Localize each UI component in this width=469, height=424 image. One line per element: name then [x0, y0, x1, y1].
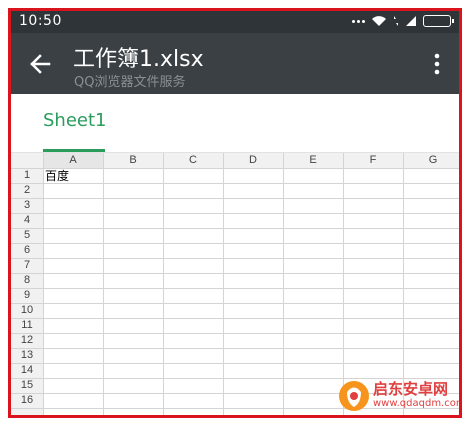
- status-icons: [352, 15, 454, 27]
- watermark-text: 启东安卓网: [373, 380, 449, 398]
- row-header-15[interactable]: 15: [11, 378, 43, 393]
- status-bar: 10:50: [11, 11, 459, 33]
- sheet-tabs: Sheet1: [11, 94, 459, 153]
- active-tab-indicator: [43, 149, 105, 152]
- app-bar: 工作簿1.xlsx QQ浏览器文件服务: [11, 33, 459, 94]
- cell-a1[interactable]: 百度: [45, 169, 69, 183]
- data-arrows-icon: [394, 16, 398, 26]
- watermark-url: www.qdaqdm.com: [373, 398, 459, 409]
- tab-sheet1[interactable]: Sheet1: [43, 110, 107, 131]
- row-header-13[interactable]: 13: [11, 348, 43, 363]
- watermark-logo-icon: [339, 381, 369, 411]
- row-header-7[interactable]: 7: [11, 258, 43, 273]
- row-header-6[interactable]: 6: [11, 243, 43, 258]
- document-title: 工作簿1.xlsx: [73, 47, 204, 72]
- row-header-10[interactable]: 10: [11, 303, 43, 318]
- spreadsheet-grid[interactable]: ABCDEFG 1 2 3 4 5 6 7 8 9 10 11 12 13 14 15 16 百度 启东安卓网…: [11, 153, 459, 415]
- row-header-8[interactable]: 8: [11, 273, 43, 288]
- battery-icon: [423, 15, 454, 27]
- signal-icon: [406, 16, 416, 26]
- status-time: 10:50: [19, 13, 62, 29]
- column-header-b[interactable]: B: [103, 153, 163, 168]
- row-header-16[interactable]: 16: [11, 393, 43, 408]
- column-header-c[interactable]: C: [163, 153, 223, 168]
- row-header-4[interactable]: 4: [11, 213, 43, 228]
- column-header-e[interactable]: E: [283, 153, 343, 168]
- row-header-14[interactable]: 14: [11, 363, 43, 378]
- column-header-d[interactable]: D: [223, 153, 283, 168]
- row-header-11[interactable]: 11: [11, 318, 43, 333]
- watermark: 启东安卓网 www.qdaqdm.com: [335, 376, 459, 415]
- wifi-icon: [372, 16, 386, 26]
- row-header-5[interactable]: 5: [11, 228, 43, 243]
- row-header-12[interactable]: 12: [11, 333, 43, 348]
- back-arrow-icon[interactable]: [25, 49, 55, 79]
- row-header-3[interactable]: 3: [11, 198, 43, 213]
- screenshot-frame: 10:50 工作簿1.xlsx QQ浏览器文件服务 Sheet1 A B C D…: [8, 8, 462, 418]
- column-header-f[interactable]: F: [343, 153, 403, 168]
- column-header-a[interactable]: A: [43, 153, 103, 168]
- row-header-9[interactable]: 9: [11, 288, 43, 303]
- column-header-g[interactable]: G: [403, 153, 459, 168]
- more-menu-icon[interactable]: [427, 49, 447, 79]
- notification-dots-icon: [352, 19, 365, 23]
- row-header-2[interactable]: 2: [11, 183, 43, 198]
- document-subtitle: QQ浏览器文件服务: [74, 75, 186, 90]
- row-header-1[interactable]: 1: [11, 168, 43, 183]
